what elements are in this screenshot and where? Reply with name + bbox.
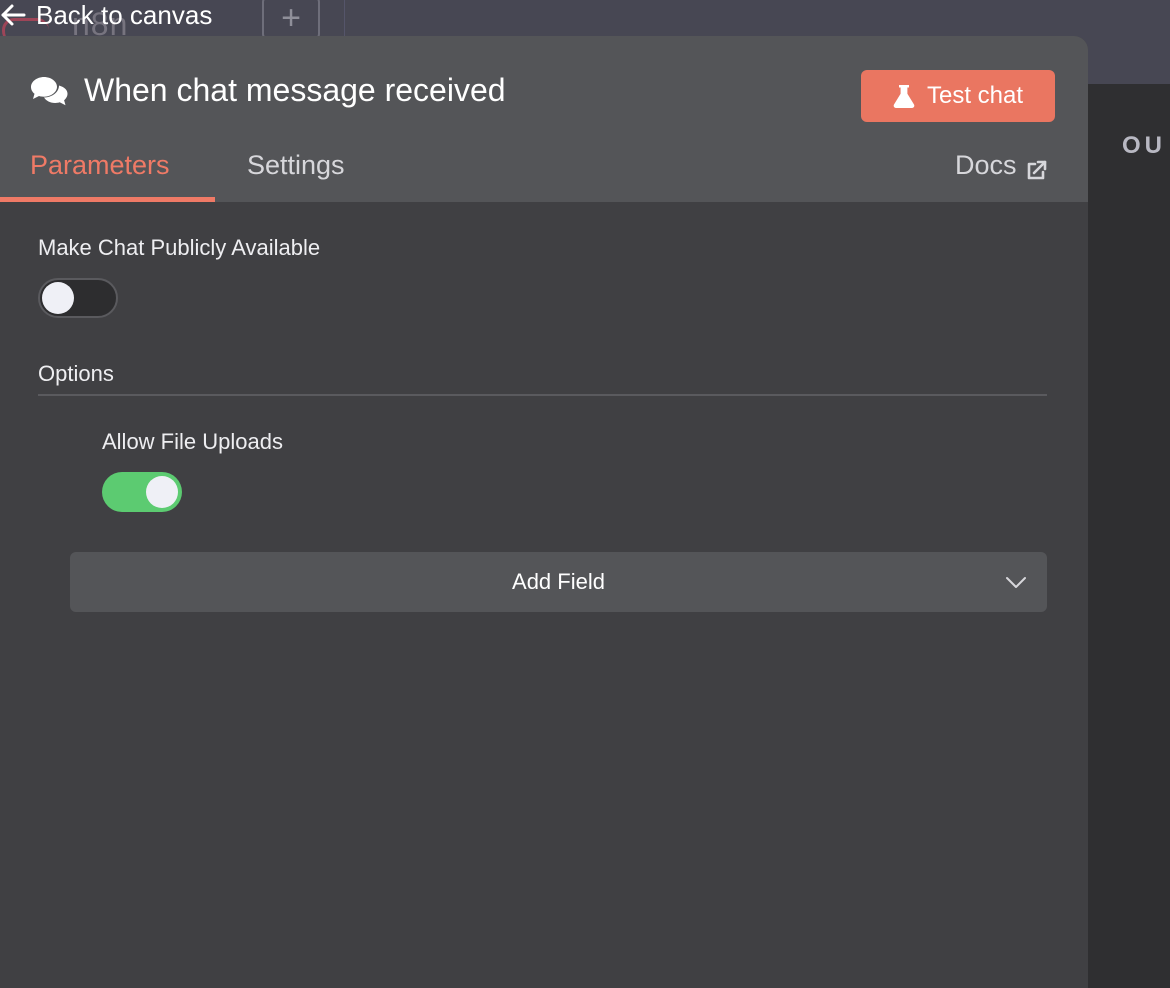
tab-settings[interactable]: Settings	[247, 150, 345, 202]
node-header: When chat message received Test chat Par…	[0, 36, 1088, 202]
add-field-dropdown[interactable]: Add Field	[70, 552, 1047, 612]
public-chat-label: Make Chat Publicly Available	[38, 235, 321, 260]
chat-bubbles-icon	[30, 75, 68, 107]
back-to-canvas-label: Back to canvas	[36, 0, 213, 30]
output-panel-title: OU	[1122, 132, 1166, 159]
public-chat-toggle[interactable]	[38, 278, 118, 318]
test-chat-label: Test chat	[926, 82, 1024, 109]
options-divider	[38, 394, 1047, 396]
add-workflow-button[interactable]: +	[262, 0, 320, 40]
arrow-left-icon	[1, 4, 26, 26]
file-uploads-label: Allow File Uploads	[102, 429, 283, 454]
node-details-panel: When chat message received Test chat Par…	[0, 36, 1088, 988]
file-uploads-toggle[interactable]	[102, 472, 182, 512]
options-heading: Options	[38, 361, 114, 386]
flask-icon	[893, 85, 915, 108]
active-tab-indicator	[0, 197, 215, 202]
topbar-divider	[344, 0, 345, 40]
docs-label: Docs	[955, 150, 1017, 180]
output-panel: OU	[1088, 84, 1170, 988]
add-field-label: Add Field	[512, 569, 605, 594]
node-title: When chat message received	[84, 72, 506, 108]
external-link-icon	[1027, 160, 1046, 180]
toggle-knob	[146, 476, 178, 508]
docs-link[interactable]: Docs	[955, 150, 1047, 182]
app-screen: n8n + OU When chat message received Test…	[0, 0, 1170, 988]
toggle-knob	[42, 282, 74, 314]
test-chat-button[interactable]: Test chat	[861, 70, 1055, 122]
back-to-canvas-link[interactable]: Back to canvas	[0, 0, 212, 30]
chevron-down-icon	[1006, 577, 1026, 588]
tab-parameters[interactable]: Parameters	[30, 150, 170, 202]
node-title-row: When chat message received	[30, 72, 506, 109]
